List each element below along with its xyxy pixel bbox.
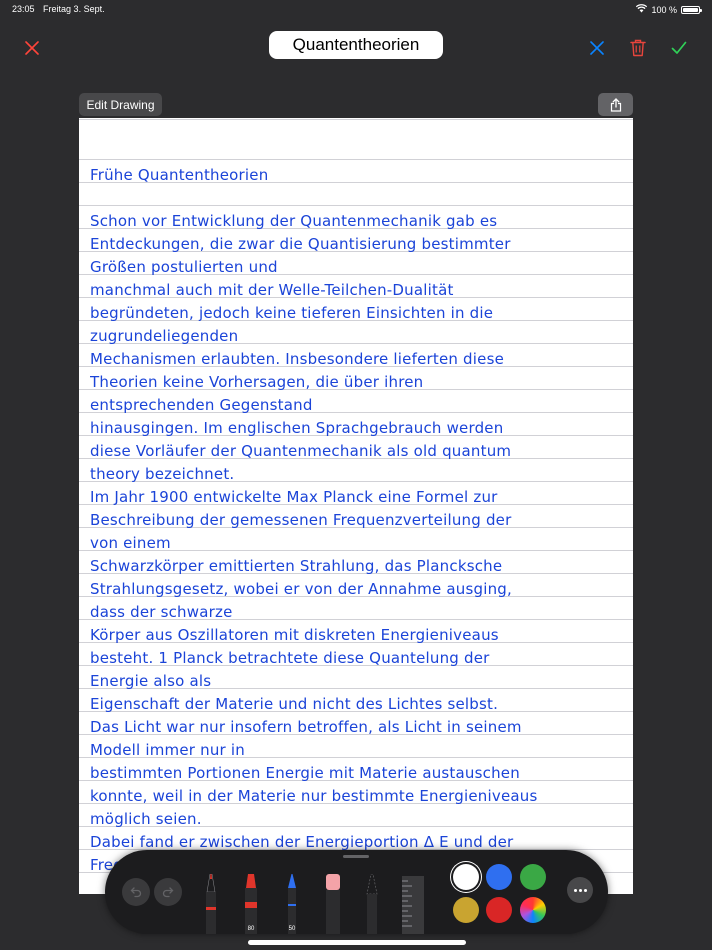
battery-percentage: 100 % [651,4,677,15]
text-line: von einem [90,534,171,552]
text-line: Größen postulierten und [90,258,278,276]
pen-icon [206,873,216,934]
more-options-button[interactable] [567,877,593,903]
handwritten-text: Frühe Quantentheorien Schon vor Entwicklu… [90,141,629,877]
color-swatch-red[interactable] [486,897,512,923]
edit-drawing-label: Edit Drawing [86,97,155,112]
color-swatch-white[interactable] [453,864,479,890]
edit-drawing-button[interactable]: Edit Drawing [79,93,162,116]
text-line [90,187,629,210]
share-icon [610,97,621,112]
text-line: Entdeckungen, die zwar die Quantisierung… [90,235,511,253]
marker-size-label: 80 [247,926,255,932]
lasso-icon [366,873,378,934]
text-line: entsprechenden Gegenstand [90,396,313,414]
checkmark-icon [671,41,687,54]
trash-icon [630,39,646,57]
pencil-tool[interactable]: 50 [284,874,300,934]
share-button[interactable] [598,93,633,116]
eraser-tool[interactable] [324,874,342,934]
text-line [90,141,629,164]
text-line: Strahlungsgesetz, wobei er von der Annah… [90,580,512,598]
battery-icon [681,5,702,14]
undo-button[interactable] [122,878,150,906]
ruler-tool[interactable] [402,876,424,934]
color-swatch-multicolor[interactable] [520,897,546,923]
confirm-button[interactable] [667,36,691,60]
eraser-icon [326,874,340,934]
drawing-canvas[interactable]: Frühe Quantentheorien Schon vor Entwicklu… [79,118,633,894]
pencil-icon [288,874,296,934]
delete-button[interactable] [626,36,650,60]
text-line: Schwarzkörper emittierten Strahlung, das… [90,557,503,575]
status-date: Freitag 3. Sept. [43,4,105,14]
text-line: Das Licht war nur insofern betroffen, al… [90,718,522,736]
ruler-icon [402,876,424,934]
text-line: zugrundeliegenden [90,327,239,345]
pencil-size-label: 50 [288,926,296,932]
text-line: Modell immer nur in [90,741,245,759]
home-indicator [248,940,466,945]
status-bar: 23:05 Freitag 3. Sept. 100 % [0,0,712,18]
text-line: Energie also als [90,672,212,690]
undo-icon [130,887,142,898]
text-line: Eigenschaft der Materie und nicht des Li… [90,695,499,713]
text-line: Körper aus Oszillatoren mit diskreten En… [90,626,499,644]
redo-icon [162,887,174,898]
wifi-icon [636,4,648,15]
color-swatch-yellow[interactable] [453,897,479,923]
text-line: Im Jahr 1900 entwickelte Max Planck eine… [90,488,498,506]
text-line: Frühe Quantentheorien [90,166,269,184]
text-line: dass der schwarze [90,603,233,621]
text-line: manchmal auch mit der Welle-Teilchen-Dua… [90,281,454,299]
clear-button[interactable] [585,36,609,60]
note-title-field[interactable]: Quantentheorien [269,31,443,59]
text-line: Mechanismen erlaubten. Insbesondere lief… [90,350,505,368]
text-line: Beschreibung der gemessenen Frequenzvert… [90,511,512,529]
text-line: möglich seien. [90,810,202,828]
marker-tool[interactable]: 80 [242,874,260,934]
ellipsis-icon [573,888,587,892]
lasso-tool[interactable] [364,873,380,934]
close-icon [25,41,39,55]
text-line: Theorien keine Vorhersagen, die über ihr… [90,373,424,391]
tool-palette: 80 50 [105,850,608,934]
color-swatch-blue[interactable] [486,864,512,890]
marker-icon [245,874,257,934]
text-line: konnte, weil in der Materie nur bestimmt… [90,787,538,805]
palette-grabber[interactable] [343,855,369,858]
text-line: begründeten, jedoch keine tieferen Einsi… [90,304,494,322]
color-swatch-green[interactable] [520,864,546,890]
text-line: besteht. 1 Planck betrachtete diese Quan… [90,649,490,667]
status-time: 23:05 [12,4,35,14]
text-line: bestimmten Portionen Energie mit Materie… [90,764,520,782]
text-line: hinausgingen. Im englischen Sprachgebrau… [90,419,504,437]
close-button[interactable] [20,36,44,60]
text-line: diese Vorläufer der Quantenmechanik als … [90,442,512,460]
pen-tool[interactable] [203,873,219,934]
text-line: Schon vor Entwicklung der Quantenmechani… [90,212,498,230]
text-line: theory bezeichnet. [90,465,235,483]
clear-icon [590,41,604,55]
redo-button[interactable] [154,878,182,906]
note-title: Quantentheorien [292,35,420,54]
